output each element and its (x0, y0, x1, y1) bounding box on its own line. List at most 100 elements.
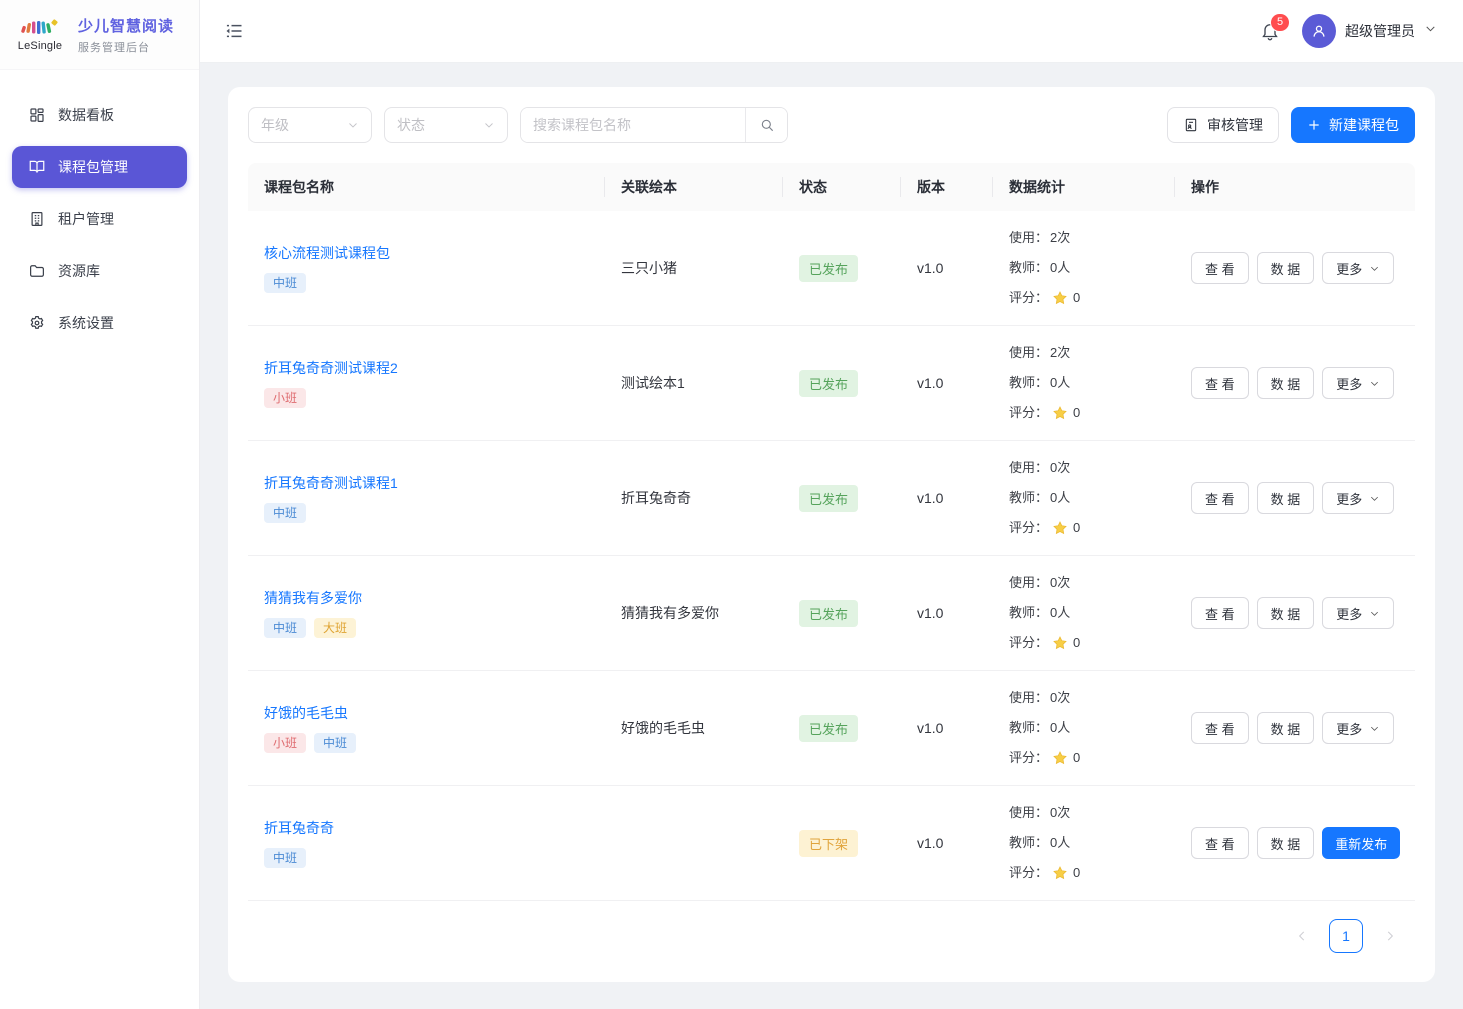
view-button[interactable]: 查 看 (1191, 827, 1249, 859)
version-text: v1.0 (901, 835, 993, 851)
status-cell: 已发布 (783, 600, 901, 627)
more-button[interactable]: 更多 (1322, 712, 1394, 744)
data-button[interactable]: 数 据 (1257, 597, 1315, 629)
book-name: 三只小猪 (605, 258, 783, 278)
stats-cell: 使用：0次 教师：0人 评分：0 (993, 453, 1175, 543)
sidebar-item-course-packages[interactable]: 课程包管理 (12, 146, 187, 188)
pagination-page-1[interactable]: 1 (1329, 919, 1363, 953)
user-menu[interactable]: 超级管理员 (1302, 14, 1437, 48)
teacher-label: 教师： (1009, 368, 1048, 398)
teacher-label: 教师： (1009, 598, 1048, 628)
chevron-down-icon (347, 119, 359, 131)
view-button[interactable]: 查 看 (1191, 597, 1249, 629)
name-cell: 好饿的毛毛虫 小班中班 (248, 703, 605, 753)
course-package-link[interactable]: 折耳兔奇奇 (264, 818, 334, 838)
pagination: 1 (244, 901, 1419, 971)
chevron-down-icon (1369, 493, 1380, 504)
app-window: LeSingle 少儿智慧阅读 服务管理后台 数据看板 课程包管理 租户管理 (0, 0, 1463, 1009)
usage-value: 2次 (1050, 338, 1070, 368)
name-cell: 折耳兔奇奇测试课程1 中班 (248, 473, 605, 523)
search-input[interactable] (521, 108, 745, 142)
teacher-value: 0人 (1050, 368, 1070, 398)
review-management-button[interactable]: 审核管理 (1167, 107, 1279, 143)
sidebar-item-tenants[interactable]: 租户管理 (12, 198, 187, 240)
more-button[interactable]: 更多 (1322, 252, 1394, 284)
menu-fold-icon[interactable] (224, 21, 244, 41)
sidebar-item-settings[interactable]: 系统设置 (12, 302, 187, 344)
usage-label: 使用： (1009, 223, 1048, 253)
view-button[interactable]: 查 看 (1191, 712, 1249, 744)
data-button[interactable]: 数 据 (1257, 712, 1315, 744)
book-name: 测试绘本1 (605, 373, 783, 393)
more-button[interactable]: 更多 (1322, 597, 1394, 629)
pagination-next-button[interactable] (1383, 929, 1397, 943)
view-button[interactable]: 查 看 (1191, 482, 1249, 514)
rating-value: 0 (1073, 858, 1080, 888)
sidebar-item-label: 租户管理 (58, 209, 114, 229)
plus-icon (1307, 118, 1321, 132)
grade-tags: 中班大班 (264, 618, 589, 638)
data-button[interactable]: 数 据 (1257, 252, 1315, 284)
stats-cell: 使用：2次 教师：0人 评分：0 (993, 223, 1175, 313)
grade-tag: 中班 (314, 733, 356, 753)
teacher-stat: 教师：0人 (1009, 598, 1159, 628)
rating-label: 评分： (1009, 398, 1048, 428)
more-label: 更多 (1336, 489, 1362, 508)
data-button[interactable]: 数 据 (1257, 367, 1315, 399)
notifications-button[interactable]: 5 (1260, 21, 1280, 41)
more-button[interactable]: 更多 (1322, 482, 1394, 514)
book-name: 折耳兔奇奇 (605, 488, 783, 508)
chevron-left-icon (1295, 929, 1309, 943)
course-package-table: 课程包名称 关联绘本 状态 版本 数据统计 操作 核心流程测试课程包 中班 三只… (248, 163, 1415, 901)
actions-cell: 查 看 数 据 更多 (1175, 252, 1415, 284)
status-cell: 已发布 (783, 255, 901, 282)
usage-label: 使用： (1009, 453, 1048, 483)
sidebar-item-resources[interactable]: 资源库 (12, 250, 187, 292)
course-package-link[interactable]: 折耳兔奇奇测试课程2 (264, 358, 398, 378)
view-button[interactable]: 查 看 (1191, 252, 1249, 284)
status-badge: 已发布 (799, 600, 858, 627)
usage-value: 0次 (1050, 568, 1070, 598)
chevron-down-icon (1369, 723, 1380, 734)
data-button[interactable]: 数 据 (1257, 827, 1315, 859)
view-button[interactable]: 查 看 (1191, 367, 1249, 399)
page-content: 年级 状态 (200, 63, 1463, 1009)
search-icon (759, 117, 775, 133)
usage-stat: 使用：2次 (1009, 338, 1159, 368)
sidebar-item-dashboard[interactable]: 数据看板 (12, 94, 187, 136)
data-button[interactable]: 数 据 (1257, 482, 1315, 514)
chevron-down-icon (1369, 378, 1380, 389)
grade-filter-select[interactable]: 年级 (248, 107, 372, 143)
search-button[interactable] (745, 108, 787, 142)
course-package-link[interactable]: 折耳兔奇奇测试课程1 (264, 473, 398, 493)
more-button[interactable]: 更多 (1322, 367, 1394, 399)
stats-cell: 使用：0次 教师：0人 评分：0 (993, 568, 1175, 658)
review-management-label: 审核管理 (1207, 115, 1263, 135)
create-course-package-button[interactable]: 新建课程包 (1291, 107, 1415, 143)
rating-label: 评分： (1009, 858, 1048, 888)
star-icon (1052, 290, 1068, 306)
actions-cell: 查 看 数 据 更多 (1175, 367, 1415, 399)
course-package-link[interactable]: 核心流程测试课程包 (264, 243, 390, 263)
course-package-link[interactable]: 好饿的毛毛虫 (264, 703, 348, 723)
status-filter-select[interactable]: 状态 (384, 107, 508, 143)
notification-badge: 5 (1270, 13, 1290, 32)
usage-label: 使用： (1009, 338, 1048, 368)
topbar-right: 5 超级管理员 (1260, 14, 1437, 48)
status-cell: 已下架 (783, 830, 901, 857)
column-header-name: 课程包名称 (248, 177, 605, 197)
rating-value: 0 (1073, 283, 1080, 313)
pagination-prev-button[interactable] (1295, 929, 1309, 943)
dashboard-icon (28, 106, 46, 124)
chevron-down-icon (1369, 263, 1380, 274)
grade-tags: 中班 (264, 503, 589, 523)
teacher-stat: 教师：0人 (1009, 253, 1159, 283)
open-book-icon (28, 158, 46, 176)
usage-value: 0次 (1050, 453, 1070, 483)
create-course-package-label: 新建课程包 (1329, 115, 1399, 135)
status-badge: 已下架 (799, 830, 858, 857)
grade-tag: 大班 (314, 618, 356, 638)
logo-mark: LeSingle (12, 18, 68, 52)
republish-button[interactable]: 重新发布 (1322, 827, 1400, 859)
course-package-link[interactable]: 猜猜我有多爱你 (264, 588, 362, 608)
